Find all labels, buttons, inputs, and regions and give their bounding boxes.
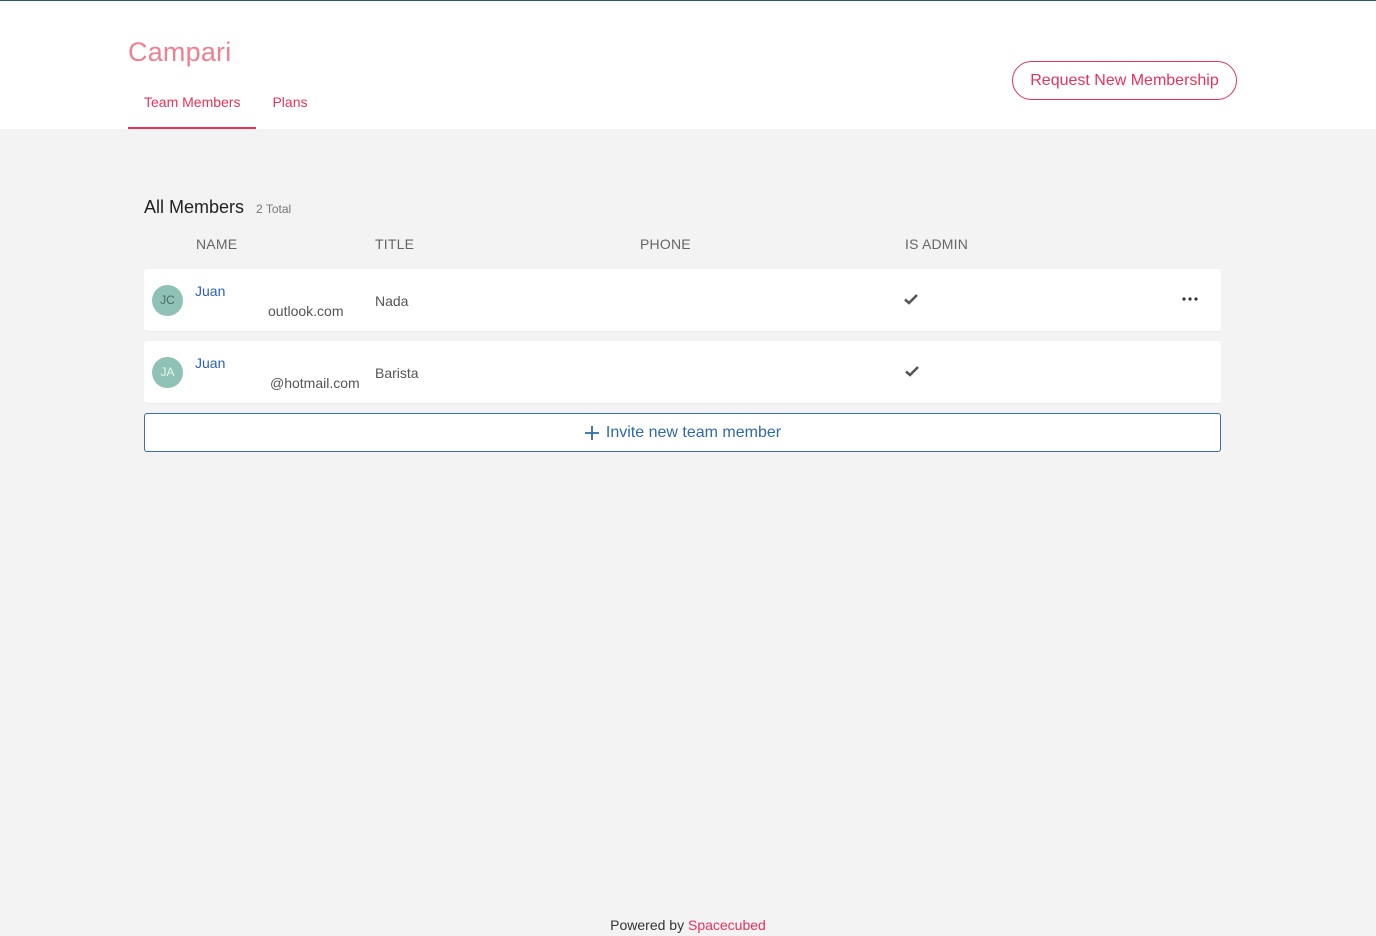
member-name-link[interactable]: Juan [195,283,225,299]
members-title: All Members [144,197,245,217]
column-header-phone: PHONE [640,236,691,252]
avatar: JA [152,357,183,388]
members-total-count: 2 Total [256,202,292,216]
member-title: Barista [375,365,419,381]
member-name-link[interactable]: Juan [195,355,225,371]
tab-plans[interactable]: Plans [256,93,323,129]
invite-team-member-button[interactable]: Invite new team member [144,413,1221,452]
powered-by-text: Powered by [610,917,685,933]
column-header-is-admin: IS ADMIN [905,236,969,252]
tab-bar: Team Members Plans [128,93,324,129]
avatar: JC [152,285,183,316]
invite-button-label: Invite new team member [605,423,782,441]
tab-team-members[interactable]: Team Members [128,93,257,129]
member-row: JA Juan @hotmail.com Barista [144,341,1221,403]
organization-name: Campari [128,37,232,67]
column-header-title: TITLE [375,236,415,252]
plus-icon [584,425,599,440]
member-email: @hotmail.com [270,375,360,391]
checkmark-icon [904,294,918,305]
members-heading: All Members 2 Total [144,197,291,218]
member-row: JC Juan outlook.com Nada [144,269,1221,331]
member-title: Nada [375,293,409,309]
column-header-name: NAME [196,236,238,252]
footer: Powered by Spacecubed [0,917,1376,933]
spacecubed-link[interactable]: Spacecubed [688,917,766,933]
member-email: outlook.com [268,303,344,319]
page-header: Campari Team Members Plans Request New M… [0,1,1376,129]
checkmark-icon [905,366,919,377]
request-new-membership-button[interactable]: Request New Membership [1012,61,1237,100]
more-options-icon[interactable] [1180,289,1200,309]
